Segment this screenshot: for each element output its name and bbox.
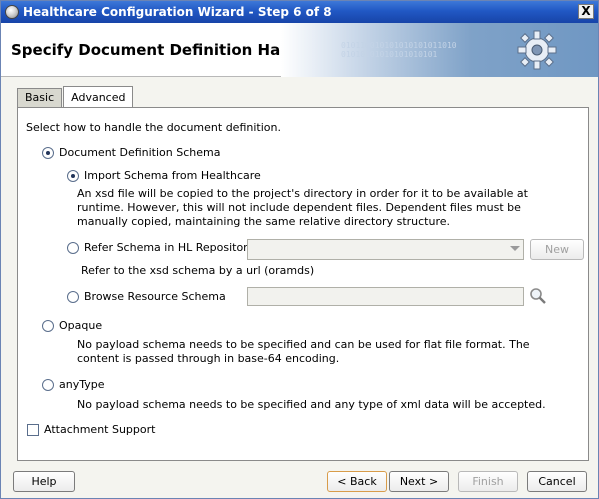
tab-strip: Basic Advanced [17, 86, 134, 108]
opaque-radio[interactable] [42, 320, 54, 332]
refer-schema-radio[interactable] [67, 242, 79, 254]
refer-schema-combo[interactable] [247, 239, 524, 260]
gear-icon [517, 30, 557, 70]
search-icon[interactable] [529, 287, 547, 305]
anytype-label: anyType [59, 378, 105, 391]
banner-binary-text: 010110010101010101011010 010101010101010… [341, 41, 457, 59]
wizard-window: Healthcare Configuration Wizard - Step 6… [0, 0, 599, 499]
import-schema-radio[interactable] [67, 170, 79, 182]
wizard-header: Specify Document Definition Handling 010… [1, 23, 598, 77]
opaque-label: Opaque [59, 319, 103, 332]
new-button[interactable]: New [530, 239, 584, 260]
browse-schema-field[interactable] [247, 287, 524, 306]
document-definition-schema-radio[interactable] [42, 147, 54, 159]
attachment-support-checkbox[interactable] [27, 424, 39, 436]
tab-basic[interactable]: Basic [17, 88, 63, 107]
window-title: Healthcare Configuration Wizard - Step 6… [23, 5, 332, 19]
next-button[interactable]: Next > [389, 471, 449, 492]
cancel-button[interactable]: Cancel [527, 471, 587, 492]
back-button[interactable]: < Back [327, 471, 387, 492]
opaque-description: No payload schema needs to be specified … [77, 338, 530, 365]
attachment-support-label: Attachment Support [44, 423, 156, 436]
header-banner: 010110010101010101011010 010101010101010… [281, 23, 598, 77]
browse-schema-label: Browse Resource Schema [84, 290, 226, 303]
help-button[interactable]: Help [13, 471, 75, 492]
app-icon [5, 5, 19, 19]
import-schema-label: Import Schema from Healthcare [84, 169, 261, 182]
advanced-panel: Select how to handle the document defini… [17, 107, 589, 461]
document-definition-schema-label: Document Definition Schema [59, 146, 221, 159]
tab-advanced[interactable]: Advanced [63, 86, 134, 107]
close-button[interactable]: X [578, 4, 594, 19]
chevron-down-icon [510, 246, 520, 251]
instruction-text: Select how to handle the document defini… [26, 121, 281, 134]
anytype-description: No payload schema needs to be specified … [77, 398, 546, 411]
import-schema-description: An xsd file will be copied to the projec… [77, 187, 528, 228]
title-bar: Healthcare Configuration Wizard - Step 6… [1, 1, 598, 23]
anytype-radio[interactable] [42, 379, 54, 391]
refer-schema-description: Refer to the xsd schema by a url (oramds… [81, 264, 315, 277]
browse-schema-radio[interactable] [67, 291, 79, 303]
finish-button[interactable]: Finish [458, 471, 518, 492]
refer-schema-label: Refer Schema in HL Repository [84, 241, 255, 254]
